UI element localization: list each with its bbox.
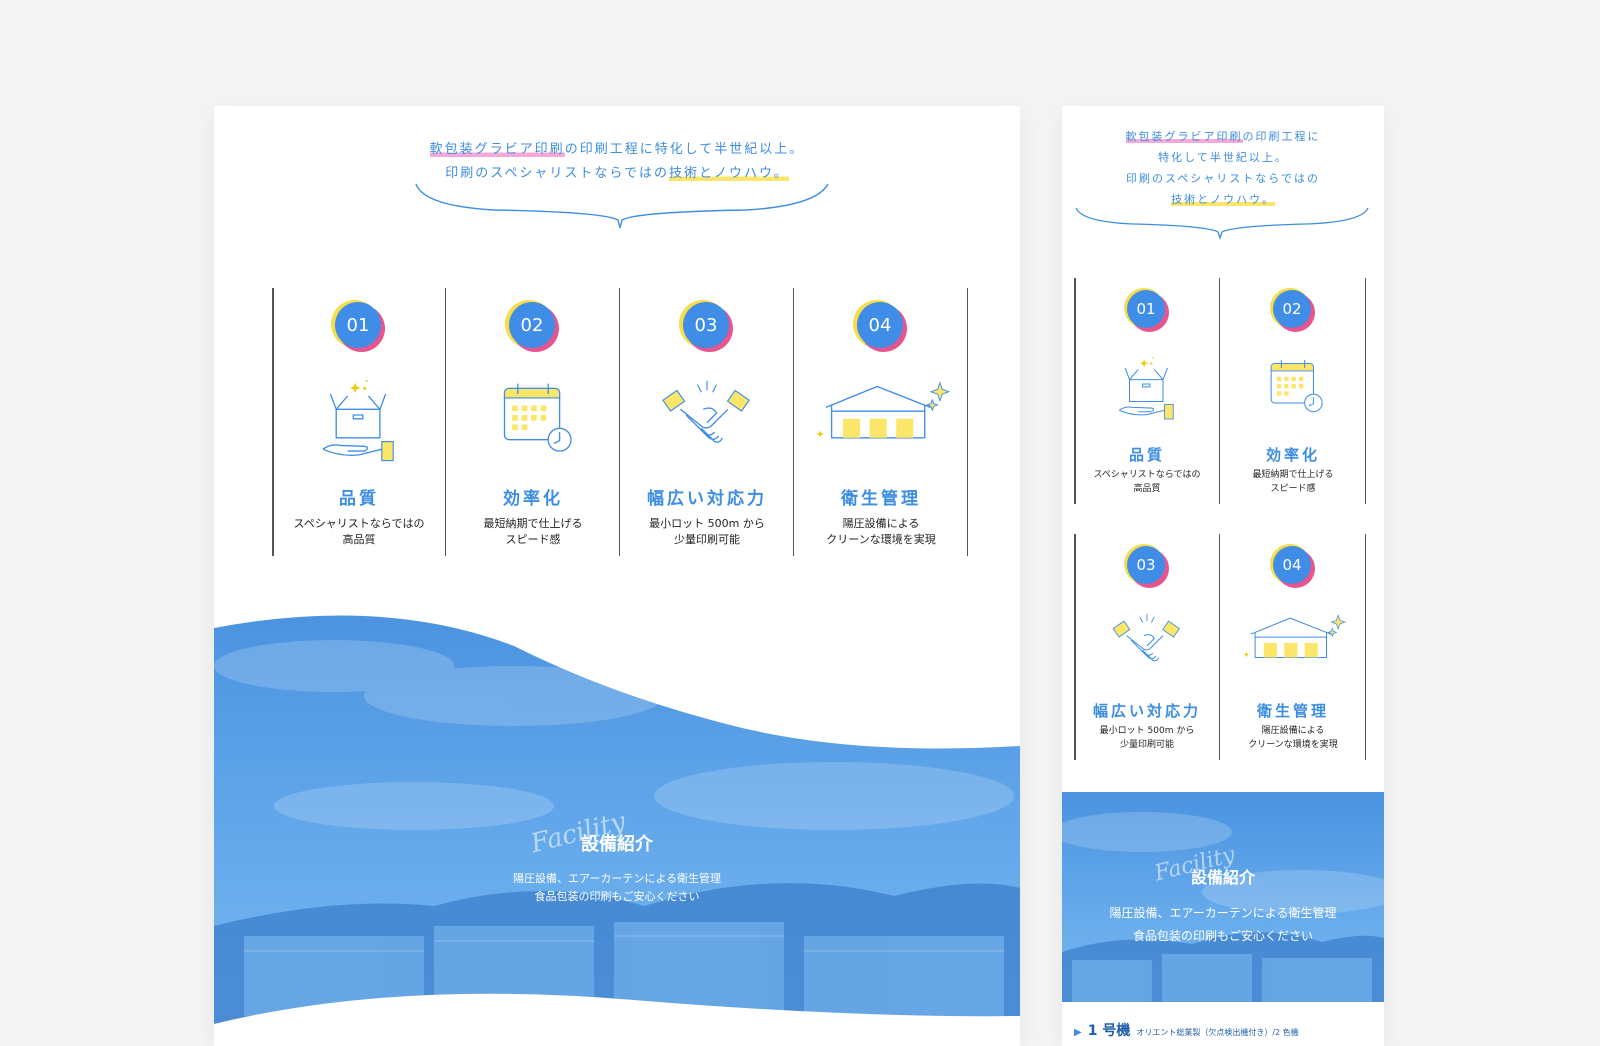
facility-description: 陽圧設備、エアーカーテンによる衛生管理 食品包装の印刷もご安心ください: [512, 872, 721, 903]
feature-description: 最短納期で仕上げる スピード感: [483, 517, 583, 546]
feature-card: 04 衛生管理陽圧設備による クリーンな環境を実現: [794, 288, 968, 556]
feature-card: 01 品質スペシャリストならではの 高品質: [272, 288, 446, 556]
feature-description: 陽圧設備による クリーンな環境を実現: [826, 517, 936, 546]
mobile-intro-text: 軟包装グラビア印刷の印刷工程に 特化して半世紀以上。 印刷のスペシャリストならで…: [1062, 126, 1384, 210]
machine-name: 1 号機: [1087, 1023, 1131, 1039]
machine-description: オリエント総業製（欠点検出機付き）/2 色機: [1136, 1028, 1299, 1037]
mobile-feature-card: 01 品質スペシャリストならではの 高品質: [1074, 278, 1220, 504]
badge-number: 03: [1127, 546, 1165, 584]
badge-number: 01: [335, 302, 381, 348]
handshake-icon: [662, 380, 750, 443]
badge-number: 04: [1273, 546, 1311, 584]
feature-title: 効率化: [503, 489, 563, 509]
mobile-feature-card: 03 幅広い対応力最小ロット 500m から 少量印刷可能: [1074, 534, 1220, 760]
factory-sparkle-icon: [815, 382, 950, 439]
feature-title: 品質: [339, 489, 379, 509]
badge-number: 02: [1273, 290, 1311, 328]
feature-card: 02 効率化最短納期で仕上げる スピード感: [446, 288, 620, 556]
feature-description: 最小ロット 500m から 少量印刷可能: [1099, 726, 1195, 750]
intro-highlight-2: 技術とノウハウ。: [668, 166, 789, 181]
feature-title: 衛生管理: [841, 489, 921, 509]
feature-title: 幅広い対応力: [647, 489, 767, 509]
mobile-brace-divider: [1075, 207, 1369, 241]
feature-title: 効率化: [1265, 446, 1320, 464]
mobile-intro-line-1: の印刷工程に: [1242, 130, 1321, 143]
number-badge: 03: [679, 300, 733, 352]
facility-title: 設備紹介: [581, 834, 653, 855]
facility-section: Facility 設備紹介 陽圧設備、エアーカーテンによる衛生管理 食品包装の印…: [214, 606, 1020, 1046]
mobile-feature-card: 02 効率化最短納期で仕上げる スピード感: [1220, 278, 1366, 504]
number-badge: 01: [1124, 288, 1169, 332]
intro-highlight-1: 軟包装グラビア印刷: [429, 142, 565, 157]
calendar-clock-icon: [1270, 359, 1323, 413]
number-badge: 04: [1270, 544, 1315, 588]
feature-description: 最小ロット 500m から 少量印刷可能: [649, 517, 765, 546]
badge-number: 04: [857, 302, 903, 348]
badge-number: 01: [1127, 290, 1165, 328]
mobile-intro-line-2: 特化して半世紀以上。: [1158, 151, 1288, 164]
feature-title: 衛生管理: [1256, 702, 1329, 720]
calendar-clock-icon: [503, 382, 572, 452]
feature-description: スペシャリストならではの 高品質: [1093, 470, 1201, 494]
mobile-intro-highlight-1: 軟包装グラビア印刷: [1125, 130, 1243, 143]
desktop-preview: 軟包装グラビア印刷の印刷工程に特化して半世紀以上。 印刷のスペシャリストならでは…: [214, 106, 1020, 1046]
feature-card: 03 幅広い対応力最小ロット 500m から 少量印刷可能: [620, 288, 794, 556]
mobile-intro-line-3: 印刷のスペシャリストならではの: [1126, 172, 1320, 185]
triangle-bullet-icon: ▶: [1074, 1027, 1082, 1038]
feature-description: 陽圧設備による クリーンな環境を実現: [1248, 726, 1338, 750]
intro-line-2: 印刷のスペシャリストならではの: [445, 166, 669, 181]
intro-line-1: の印刷工程に特化して半世紀以上。: [564, 142, 805, 157]
feature-title: 幅広い対応力: [1092, 702, 1201, 720]
intro-text: 軟包装グラビア印刷の印刷工程に特化して半世紀以上。 印刷のスペシャリストならでは…: [214, 138, 1020, 186]
feature-description: スペシャリストならではの 高品質: [293, 517, 425, 546]
number-badge: 02: [1270, 288, 1315, 332]
feature-title: 品質: [1128, 446, 1165, 464]
badge-number: 02: [509, 302, 555, 348]
badge-number: 03: [683, 302, 729, 348]
box-hand-icon: [322, 379, 394, 462]
brace-divider: [415, 183, 829, 229]
box-hand-icon: [1118, 356, 1174, 420]
number-badge: 04: [853, 300, 907, 352]
mobile-facility-title: 設備紹介: [1190, 868, 1255, 887]
handshake-icon: [1112, 613, 1180, 662]
mobile-feature-card: 04 衛生管理陽圧設備による クリーンな環境を実現: [1220, 534, 1366, 760]
number-badge: 01: [331, 300, 385, 352]
feature-description: 最短納期で仕上げる スピード感: [1252, 470, 1334, 494]
factory-sparkle-icon: [1242, 614, 1346, 659]
mobile-preview: 軟包装グラビア印刷の印刷工程に 特化して半世紀以上。 印刷のスペシャリストならで…: [1062, 106, 1384, 1046]
mobile-facility-description: 陽圧設備、エアーカーテンによる衛生管理 食品包装の印刷もご安心ください: [1109, 906, 1337, 943]
number-badge: 02: [505, 300, 559, 352]
number-badge: 03: [1124, 544, 1169, 588]
mobile-facility-section: Facility 設備紹介 陽圧設備、エアーカーテンによる衛生管理 食品包装の印…: [1062, 792, 1384, 1046]
machine-heading: ▶ 1 号機 オリエント総業製（欠点検出機付き）/2 色機: [1074, 1020, 1299, 1040]
